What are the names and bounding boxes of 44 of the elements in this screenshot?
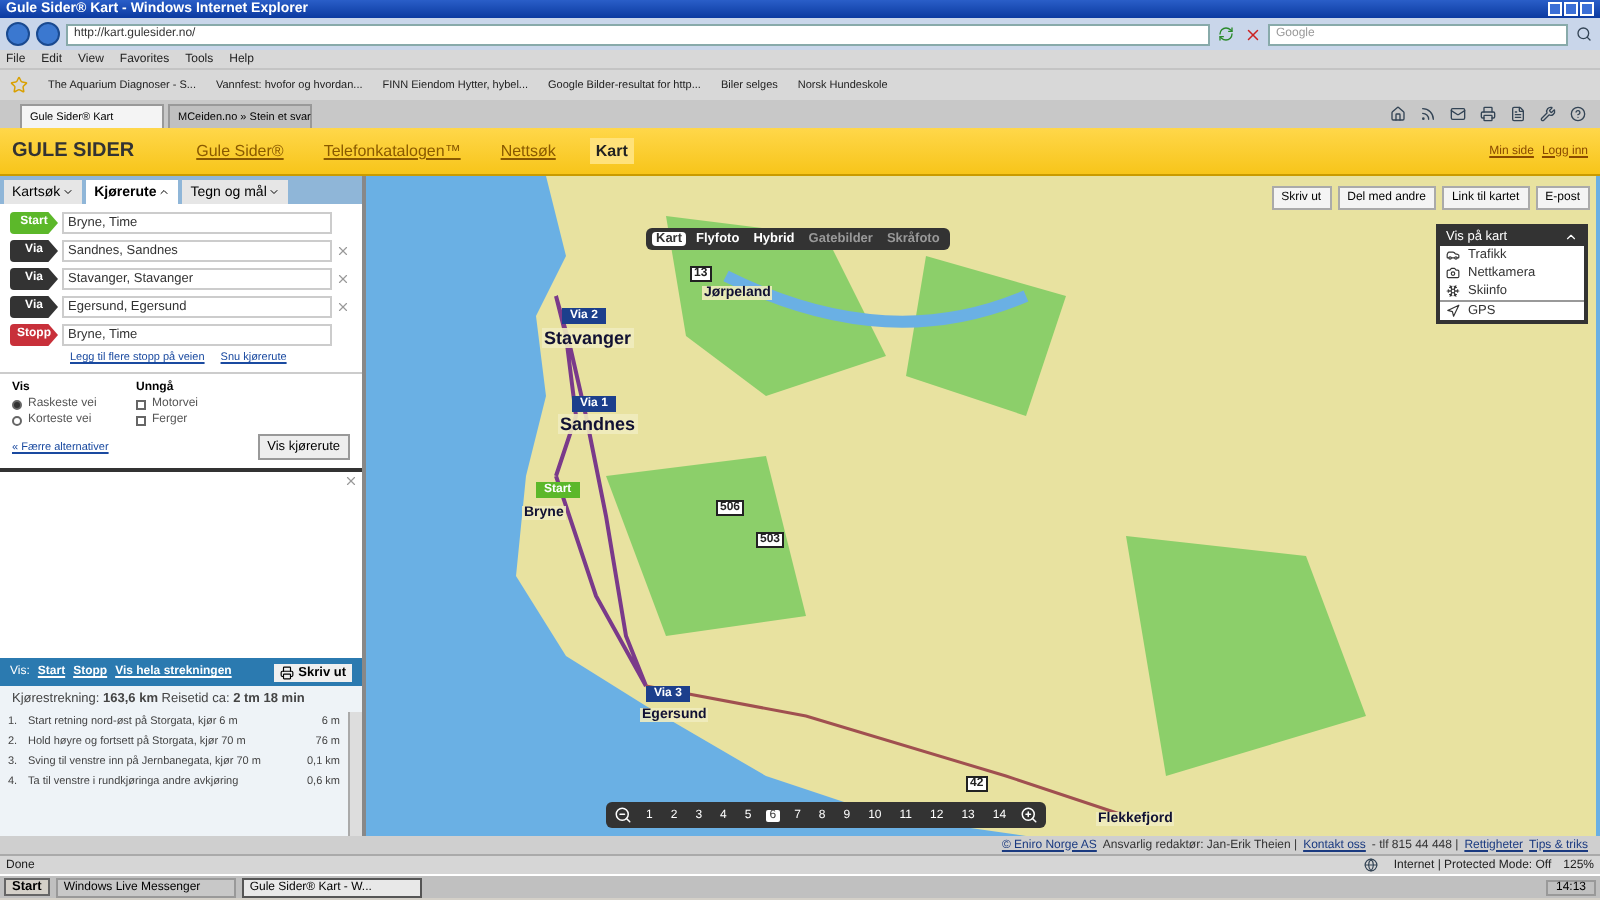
page-icon[interactable] xyxy=(1508,104,1528,124)
print-icon xyxy=(280,665,295,679)
radio-button[interactable] xyxy=(12,399,22,409)
mail-icon[interactable] xyxy=(1448,104,1468,124)
remove-icon[interactable] xyxy=(336,272,352,286)
home-icon[interactable] xyxy=(1388,104,1408,124)
gps-icon xyxy=(1446,304,1460,318)
close-button[interactable] xyxy=(1580,2,1594,16)
zoom-out-icon[interactable] xyxy=(614,806,632,824)
forward-button[interactable] xyxy=(36,22,60,46)
nav-link[interactable]: Nettsøk xyxy=(494,138,562,164)
globe-icon xyxy=(1361,855,1382,875)
minimize-button[interactable] xyxy=(1548,2,1562,16)
checkbox[interactable] xyxy=(136,415,146,425)
wrench-icon[interactable] xyxy=(1538,104,1558,124)
site-logo: GULE SIDER xyxy=(12,140,135,162)
help-icon[interactable] xyxy=(1568,104,1588,124)
place-label: Stavanger xyxy=(542,328,634,348)
maximize-button[interactable] xyxy=(1564,2,1578,16)
refresh-icon[interactable] xyxy=(1216,24,1236,44)
ski-icon xyxy=(1446,284,1460,298)
scrollbar[interactable] xyxy=(348,712,362,836)
radio-button[interactable] xyxy=(12,415,22,425)
zoom-in-icon[interactable] xyxy=(1020,806,1039,824)
stop-icon[interactable] xyxy=(1242,24,1262,44)
nav-link[interactable]: Telefonkatalogen™ xyxy=(317,138,467,164)
close-icon[interactable] xyxy=(344,474,358,488)
star-icon[interactable] xyxy=(8,75,28,95)
print-icon[interactable] xyxy=(1478,104,1498,124)
search-icon[interactable] xyxy=(1574,24,1594,44)
nav-link[interactable]: Gule Sider® xyxy=(190,138,290,164)
back-button[interactable] xyxy=(6,22,30,46)
nav-link[interactable]: Kart xyxy=(589,138,634,164)
checkbox[interactable] xyxy=(136,399,146,409)
remove-icon[interactable] xyxy=(336,244,352,258)
traffic-icon xyxy=(1446,248,1460,262)
rss-icon[interactable] xyxy=(1418,104,1438,124)
place-label: Sandnes xyxy=(558,414,638,434)
collapse-icon[interactable] xyxy=(1564,230,1578,244)
caret-icon xyxy=(268,186,281,198)
camera-icon xyxy=(1446,266,1460,280)
caret-icon xyxy=(158,186,171,198)
remove-icon[interactable] xyxy=(336,300,352,314)
caret-icon xyxy=(62,186,75,198)
